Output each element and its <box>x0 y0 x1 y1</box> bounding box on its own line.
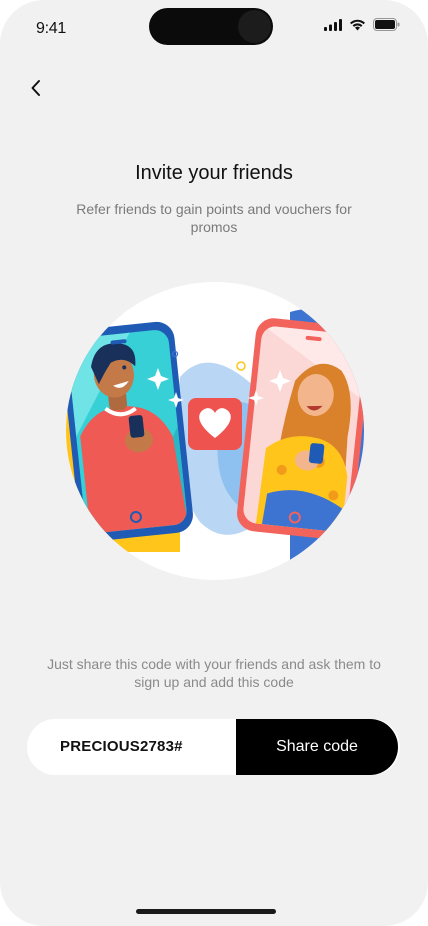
dynamic-island <box>149 8 273 45</box>
wifi-icon <box>350 19 365 30</box>
status-icons <box>324 18 400 31</box>
share-code-button[interactable]: Share code <box>236 719 398 775</box>
friends-illustration <box>66 282 364 580</box>
share-hint-text: Just share this code with your friends a… <box>47 656 381 690</box>
signal-icon <box>324 18 342 31</box>
referral-code-bar: PRECIOUS2783# Share code <box>27 719 400 775</box>
battery-icon <box>373 18 400 31</box>
page-title: Invite your friends <box>135 162 293 184</box>
phone-screen: 9:41 Invite your friends Refer friends t… <box>0 0 428 926</box>
status-time: 9:41 <box>36 20 66 37</box>
referral-code[interactable]: PRECIOUS2783# <box>60 719 183 775</box>
home-indicator[interactable] <box>136 909 276 914</box>
back-button[interactable] <box>22 74 50 102</box>
chevron-left-icon <box>31 80 40 96</box>
page-subtitle: Refer friends to gain points and voucher… <box>76 201 352 235</box>
camera-icon <box>238 10 271 43</box>
